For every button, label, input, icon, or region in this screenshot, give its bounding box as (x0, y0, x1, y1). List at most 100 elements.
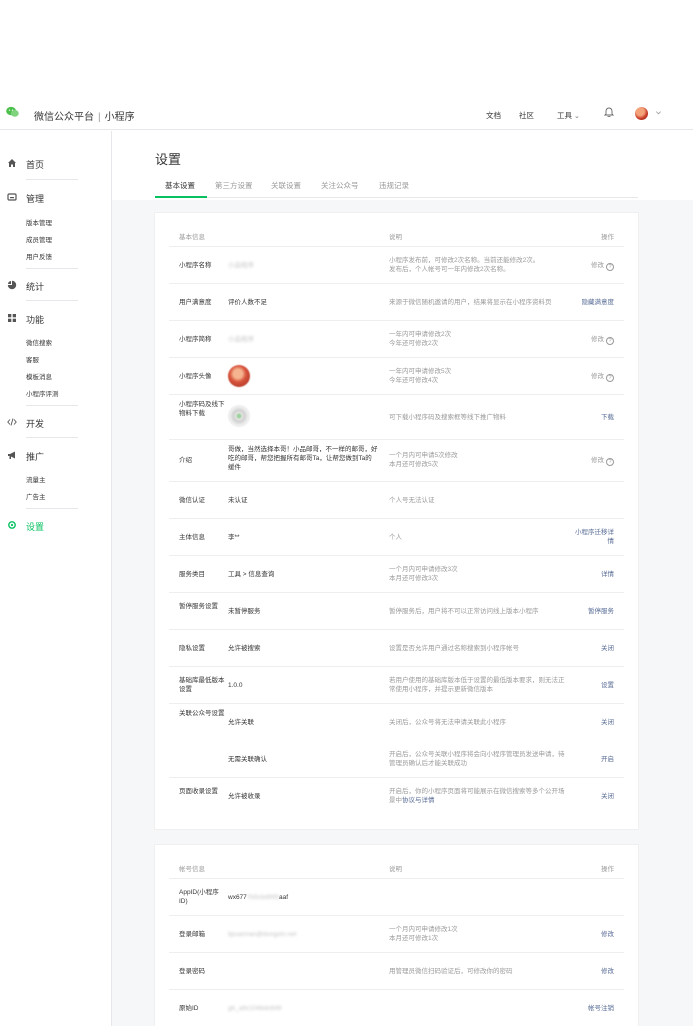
sidebar-item-advertiser[interactable]: 广告主 (26, 491, 46, 501)
sidebar-divider (26, 405, 78, 406)
row-desc: 暂停服务后，用户将不可以正常访问线上版本小程序 (389, 608, 539, 615)
row-label: 基础库最低版本设置 (179, 677, 225, 693)
weixin-logo-icon[interactable] (6, 106, 19, 118)
sidebar-item-user-feedback[interactable]: 用户反馈 (26, 251, 52, 261)
row-value: 小品程序 (228, 336, 254, 343)
nav-community[interactable]: 社区 (519, 110, 534, 121)
edit-name-button[interactable]: 修改? (544, 261, 614, 271)
edit-intro-button[interactable]: 修改? (544, 456, 614, 466)
row-label: 介绍 (179, 457, 192, 464)
sidebar-item-management[interactable]: 管理 (26, 192, 44, 205)
sidebar-item-home[interactable]: 首页 (26, 158, 44, 171)
table-row: 关联公众号设置 允许关联 关闭后，公众号将无法申请关联此小程序 关闭 (169, 704, 624, 741)
tab-active-indicator (155, 196, 207, 198)
privacy-close-button[interactable]: 关闭 (544, 644, 614, 653)
row-value: 未暂停服务 (228, 608, 261, 615)
row-label: 小程序名称 (179, 262, 212, 269)
chevron-down-icon[interactable] (655, 109, 662, 116)
row-label: 微信认证 (179, 497, 205, 504)
sidebar-item-features[interactable]: 功能 (26, 313, 44, 326)
sidebar-divider (26, 437, 78, 438)
table-row: 微信认证 未认证 个人号无法认证 (169, 482, 624, 519)
download-button[interactable]: 下载 (544, 413, 614, 422)
code-icon (7, 418, 17, 426)
sidebar-item-template-message[interactable]: 模板消息 (26, 371, 52, 381)
row-desc: 一个月内可申请修改1次 本月还可修改1次 (389, 926, 458, 942)
row-label: 隐私设置 (179, 645, 205, 652)
column-header-label: 基本信息 (179, 234, 205, 241)
row-value: 允许被收录 (228, 793, 261, 800)
sidebar-item-traffic-owner[interactable]: 流量主 (26, 474, 46, 484)
brand-separator: | (98, 112, 101, 123)
row-desc: 设置是否允许用户通过名称搜索到小程序帐号 (389, 645, 519, 652)
agreement-link[interactable]: 协议与详情 (402, 797, 435, 804)
gear-icon (8, 521, 16, 529)
help-icon[interactable]: ? (606, 337, 614, 345)
sidebar-item-stats[interactable]: 统计 (26, 280, 44, 293)
sidebar-item-settings[interactable]: 设置 (26, 520, 44, 533)
row-label: 登录密码 (179, 968, 205, 975)
cancel-account-link[interactable]: 帐号注销 (544, 1004, 614, 1013)
confirm-open-button[interactable]: 开启 (544, 755, 614, 764)
table-row: 原始ID gh_a9c104bdc649 帐号注销 (169, 990, 624, 1026)
row-desc: 来源于微信随机邀请的用户，结果将显示在小程序资料页 (389, 299, 552, 306)
sidebar-item-version-management[interactable]: 版本管理 (26, 217, 52, 227)
help-icon[interactable]: ? (606, 263, 614, 271)
account-info-card: 帐号信息 说明 操作 AppID(小程序ID) wx6777b5cbd995aa… (155, 845, 638, 1026)
help-icon[interactable]: ? (606, 374, 614, 382)
column-header-desc: 说明 (389, 234, 402, 241)
hide-satisfaction-link[interactable]: 隐藏满意度 (544, 298, 615, 307)
row-label: 小程序码及线下物料下载 (179, 401, 225, 417)
megaphone-icon (8, 451, 15, 459)
row-desc: 用管理员微信扫码验证后，可修改你的密码 (389, 968, 513, 975)
tab-association[interactable]: 关联设置 (271, 180, 301, 191)
nav-tools-label: 工具 (557, 111, 572, 120)
tab-violation-records[interactable]: 违规记录 (379, 180, 409, 191)
table-row: 暂停服务设置 未暂停服务 暂停服务后，用户将不可以正常访问线上版本小程序 暂停服… (169, 593, 624, 630)
page-title: 设置 (155, 152, 182, 167)
sidebar-item-develop[interactable]: 开发 (26, 417, 44, 430)
tab-follow-official-account[interactable]: 关注公众号 (321, 180, 359, 191)
sidebar-item-evaluation[interactable]: 小程序评测 (26, 388, 59, 398)
column-header-label: 帐号信息 (179, 866, 205, 873)
edit-avatar-button[interactable]: 修改? (544, 372, 614, 382)
stats-icon (7, 280, 17, 290)
avatar[interactable] (635, 107, 648, 120)
row-label: 小程序简称 (179, 336, 212, 343)
row-value: 评价人数不足 (228, 299, 267, 306)
migration-details-link[interactable]: 小程序迁移详情 (574, 528, 614, 546)
row-value: 未认证 (228, 497, 248, 504)
sidebar-item-member-management[interactable]: 成员管理 (26, 234, 52, 244)
sidebar (0, 131, 112, 1026)
edit-short-name-button[interactable]: 修改? (544, 335, 614, 345)
tab-basic-settings[interactable]: 基本设置 (165, 180, 195, 191)
appid-value: wx6777b5cbd995aaf (228, 894, 289, 901)
min-version-set-button[interactable]: 设置 (544, 681, 614, 690)
indexing-close-button[interactable]: 关闭 (544, 792, 614, 801)
nav-tools[interactable]: 工具 ⌄ (557, 110, 580, 121)
table-row: 介绍 哥做，当然选择本哥！小品邮哥，不一样的邮哥，好吃的邮哥，帮您把握所有邮哥T… (169, 440, 624, 482)
edit-email-button[interactable]: 修改 (544, 930, 614, 939)
row-value: lipuannan@dongxin.net (228, 931, 297, 938)
edit-password-button[interactable]: 修改 (544, 967, 614, 976)
row-desc: 个人号无法认证 (389, 497, 435, 504)
table-row: 小程序简称 小品程序 一年内可申请修改2次 今年还可修改2次 修改? (169, 321, 624, 358)
sidebar-item-wechat-search[interactable]: 微信搜索 (26, 337, 52, 347)
app-avatar-image (228, 365, 250, 387)
row-value: 允许关联 (228, 719, 254, 726)
pause-service-button[interactable]: 暂停服务 (544, 607, 614, 616)
management-icon (7, 193, 17, 201)
tab-third-party[interactable]: 第三方设置 (215, 180, 253, 191)
row-desc: 可下载小程序码及搜索框等线下推广物料 (389, 414, 506, 421)
sidebar-item-promotion[interactable]: 推广 (26, 450, 44, 463)
category-details-link[interactable]: 详情 (544, 570, 614, 579)
row-value: 1.0.0 (228, 682, 243, 689)
nav-docs[interactable]: 文档 (486, 110, 501, 121)
bell-icon[interactable] (604, 106, 614, 117)
association-close-button[interactable]: 关闭 (544, 718, 614, 727)
sidebar-divider (26, 179, 78, 180)
help-icon[interactable]: ? (606, 458, 614, 466)
brand-title[interactable]: 微信公众平台 | 小程序 (34, 108, 135, 123)
row-desc: 一个月内可申请5次修改 本月还可修改5次 (389, 452, 458, 468)
sidebar-item-customer-service[interactable]: 客服 (26, 354, 39, 364)
